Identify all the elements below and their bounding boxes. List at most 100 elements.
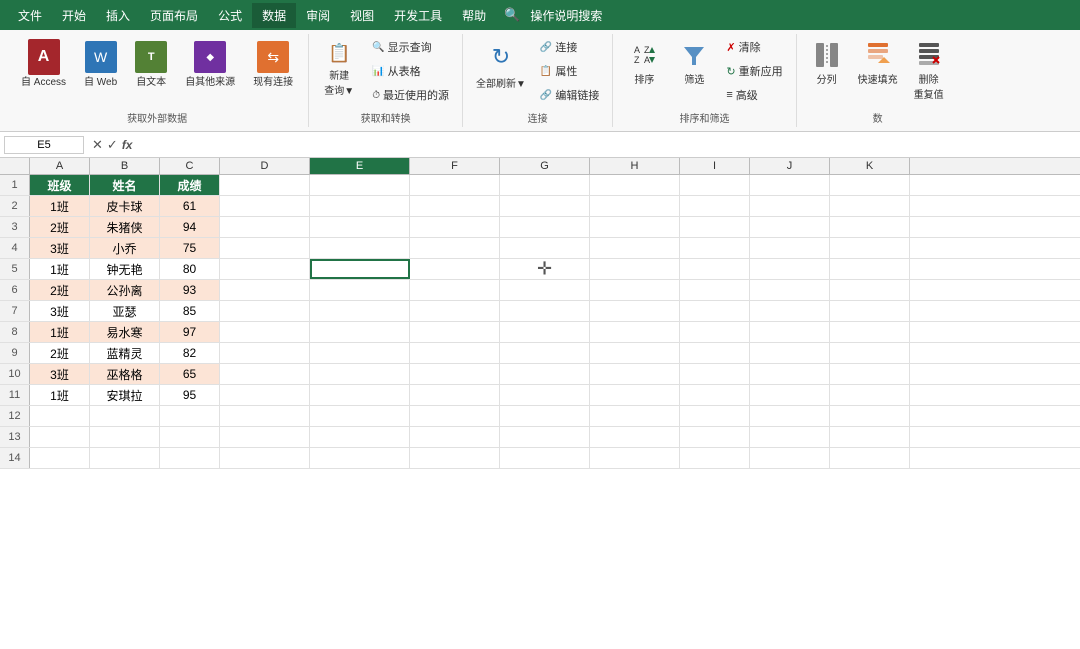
cell-g3[interactable] — [500, 217, 590, 237]
col-header-c[interactable]: C — [160, 158, 220, 174]
cell-e6[interactable] — [310, 280, 410, 300]
cell-a11[interactable]: 1班 — [30, 385, 90, 405]
cell-g1[interactable] — [500, 175, 590, 195]
cell-e14[interactable] — [310, 448, 410, 468]
cell-e5[interactable] — [310, 259, 410, 279]
show-query-button[interactable]: 🔍 显示查询 — [367, 36, 454, 58]
cell-c5[interactable]: 80 — [160, 259, 220, 279]
cell-i13[interactable] — [680, 427, 750, 447]
menu-search[interactable]: 操作说明搜索 — [520, 3, 612, 28]
menu-developer[interactable]: 开发工具 — [384, 3, 452, 28]
cell-i11[interactable] — [680, 385, 750, 405]
cell-a8[interactable]: 1班 — [30, 322, 90, 342]
cell-g11[interactable] — [500, 385, 590, 405]
cell-g7[interactable] — [500, 301, 590, 321]
cell-h4[interactable] — [590, 238, 680, 258]
cell-f2[interactable] — [410, 196, 500, 216]
cell-j11[interactable] — [750, 385, 830, 405]
reapply-button[interactable]: ↻ 重新应用 — [721, 60, 787, 82]
cell-h5[interactable] — [590, 259, 680, 279]
col-header-f[interactable]: F — [410, 158, 500, 174]
menu-pagelayout[interactable]: 页面布局 — [140, 3, 208, 28]
col-header-g[interactable]: G — [500, 158, 590, 174]
menu-file[interactable]: 文件 — [8, 3, 52, 28]
cell-k9[interactable] — [830, 343, 910, 363]
cell-f12[interactable] — [410, 406, 500, 426]
cell-d6[interactable] — [220, 280, 310, 300]
cell-g6[interactable] — [500, 280, 590, 300]
cell-j5[interactable] — [750, 259, 830, 279]
cell-a12[interactable] — [30, 406, 90, 426]
cell-d2[interactable] — [220, 196, 310, 216]
cell-k8[interactable] — [830, 322, 910, 342]
cell-f4[interactable] — [410, 238, 500, 258]
cell-e11[interactable] — [310, 385, 410, 405]
cell-d8[interactable] — [220, 322, 310, 342]
cell-c11[interactable]: 95 — [160, 385, 220, 405]
cell-d12[interactable] — [220, 406, 310, 426]
cell-f7[interactable] — [410, 301, 500, 321]
cell-i2[interactable] — [680, 196, 750, 216]
cell-c13[interactable] — [160, 427, 220, 447]
cell-d3[interactable] — [220, 217, 310, 237]
cell-f5[interactable] — [410, 259, 500, 279]
cell-j1[interactable] — [750, 175, 830, 195]
cell-e7[interactable] — [310, 301, 410, 321]
cell-a10[interactable]: 3班 — [30, 364, 90, 384]
cell-c7[interactable]: 85 — [160, 301, 220, 321]
cell-k1[interactable] — [830, 175, 910, 195]
cell-f3[interactable] — [410, 217, 500, 237]
cell-i3[interactable] — [680, 217, 750, 237]
cell-h8[interactable] — [590, 322, 680, 342]
clear-button[interactable]: ✗ 清除 — [721, 36, 787, 58]
cell-a6[interactable]: 2班 — [30, 280, 90, 300]
cell-i14[interactable] — [680, 448, 750, 468]
cell-i10[interactable] — [680, 364, 750, 384]
cell-j7[interactable] — [750, 301, 830, 321]
cell-c3[interactable]: 94 — [160, 217, 220, 237]
cell-e2[interactable] — [310, 196, 410, 216]
cell-h10[interactable] — [590, 364, 680, 384]
cell-k3[interactable] — [830, 217, 910, 237]
cell-g10[interactable] — [500, 364, 590, 384]
cell-j2[interactable] — [750, 196, 830, 216]
web-button[interactable]: W 自 Web — [77, 36, 124, 93]
cell-h13[interactable] — [590, 427, 680, 447]
cell-c12[interactable] — [160, 406, 220, 426]
cell-i9[interactable] — [680, 343, 750, 363]
cell-h1[interactable] — [590, 175, 680, 195]
cell-k13[interactable] — [830, 427, 910, 447]
cell-a3[interactable]: 2班 — [30, 217, 90, 237]
flash-fill-button[interactable]: 快速填充 — [853, 36, 903, 89]
col-header-j[interactable]: J — [750, 158, 830, 174]
split-columns-button[interactable]: 分列 — [805, 36, 849, 89]
menu-data[interactable]: 数据 — [252, 3, 296, 28]
cell-i5[interactable] — [680, 259, 750, 279]
recent-source-button[interactable]: ⏱ 最近使用的源 — [367, 84, 454, 106]
cell-d1[interactable] — [220, 175, 310, 195]
cell-d13[interactable] — [220, 427, 310, 447]
cell-b5[interactable]: 钟无艳 — [90, 259, 160, 279]
cell-f10[interactable] — [410, 364, 500, 384]
cell-h6[interactable] — [590, 280, 680, 300]
cell-a4[interactable]: 3班 — [30, 238, 90, 258]
cell-b4[interactable]: 小乔 — [90, 238, 160, 258]
cell-j14[interactable] — [750, 448, 830, 468]
cell-g12[interactable] — [500, 406, 590, 426]
col-header-e[interactable]: E — [310, 158, 410, 174]
cell-b10[interactable]: 巫格格 — [90, 364, 160, 384]
cell-g2[interactable] — [500, 196, 590, 216]
cell-d5[interactable] — [220, 259, 310, 279]
cell-b12[interactable] — [90, 406, 160, 426]
cell-c6[interactable]: 93 — [160, 280, 220, 300]
menu-view[interactable]: 视图 — [340, 3, 384, 28]
sort-button[interactable]: A Z Z A 排序 — [621, 36, 667, 89]
confirm-formula-icon[interactable]: ✓ — [107, 137, 118, 153]
cell-e13[interactable] — [310, 427, 410, 447]
text-button[interactable]: T 自文本 — [128, 36, 174, 93]
cell-c1[interactable]: 成绩 — [160, 175, 220, 195]
cell-k14[interactable] — [830, 448, 910, 468]
cell-a5[interactable]: 1班 — [30, 259, 90, 279]
cell-b1[interactable]: 姓名 — [90, 175, 160, 195]
cell-a14[interactable] — [30, 448, 90, 468]
